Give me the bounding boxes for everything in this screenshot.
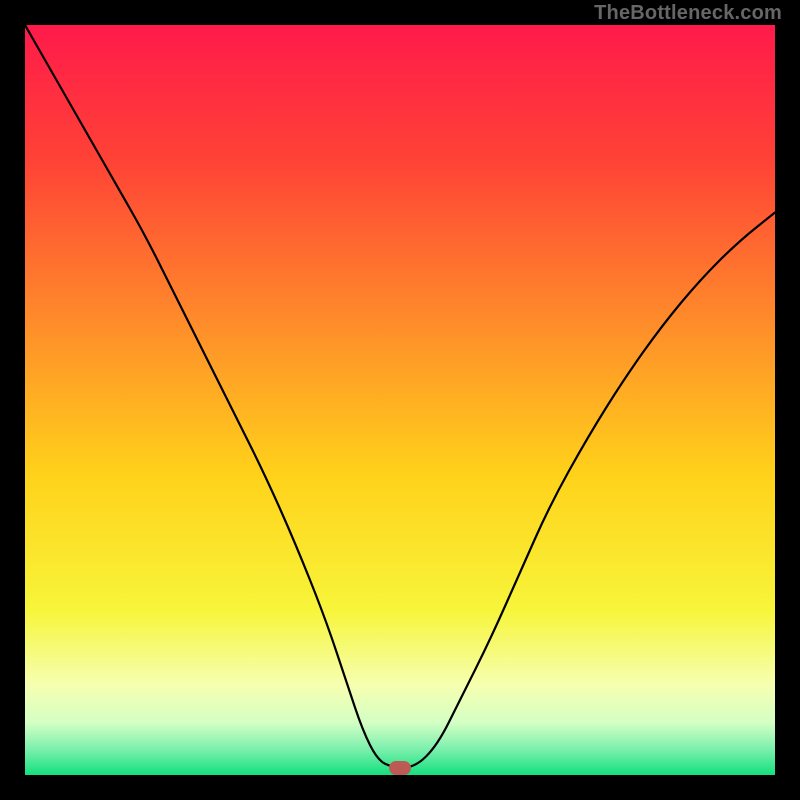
plot-area xyxy=(25,25,775,775)
minimum-marker xyxy=(389,761,411,775)
bottleneck-curve xyxy=(25,25,775,775)
chart-frame: TheBottleneck.com xyxy=(0,0,800,800)
watermark-text: TheBottleneck.com xyxy=(594,2,782,25)
